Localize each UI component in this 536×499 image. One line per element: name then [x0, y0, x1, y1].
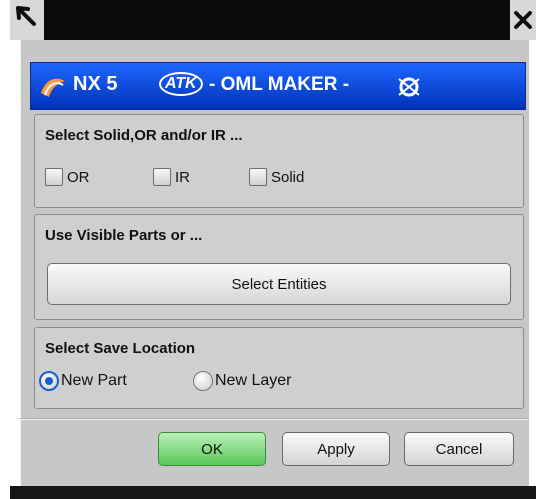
checkbox-ir-label: IR	[175, 168, 190, 186]
radio-new-part-label: New Part	[61, 372, 127, 389]
checkbox-ir-box[interactable]	[153, 168, 171, 186]
bottom-frame	[10, 486, 536, 499]
banner-title: - OML MAKER -	[209, 74, 350, 95]
header-banner: NX 5 ATK - OML MAKER -	[30, 62, 526, 110]
save-location-group: Select Save Location New Part New Layer	[34, 327, 524, 409]
atk-badge: ATK	[159, 72, 203, 96]
radio-new-part[interactable]: New Part	[39, 371, 127, 391]
footer-divider	[20, 418, 528, 420]
checkbox-ir[interactable]: IR	[153, 168, 190, 186]
select-type-group: Select Solid,OR and/or IR ... OR IR Soli…	[34, 114, 524, 208]
radio-new-part-dot[interactable]	[39, 371, 59, 391]
cursor-arrow-icon	[10, 0, 44, 40]
close-icon[interactable]	[510, 0, 536, 40]
select-entities-button[interactable]: Select Entities	[47, 263, 511, 305]
nx-logo-icon	[39, 75, 67, 99]
select-type-label: Select Solid,OR and/or IR ...	[45, 127, 243, 144]
visible-parts-label: Use Visible Parts or ...	[45, 227, 203, 244]
checkbox-or[interactable]: OR	[45, 168, 90, 186]
ok-button[interactable]: OK	[158, 432, 266, 466]
radio-new-layer[interactable]: New Layer	[193, 371, 291, 391]
apply-button[interactable]: Apply	[282, 432, 390, 466]
checkbox-solid[interactable]: Solid	[249, 168, 304, 186]
emblem-icon	[395, 75, 423, 99]
radio-new-layer-dot[interactable]	[193, 371, 213, 391]
checkbox-or-label: OR	[67, 168, 90, 186]
visible-parts-group: Use Visible Parts or ... Select Entities	[34, 214, 524, 320]
cancel-button[interactable]: Cancel	[404, 432, 514, 466]
checkbox-or-box[interactable]	[45, 168, 63, 186]
checkbox-solid-label: Solid	[271, 168, 305, 186]
radio-new-layer-label: New Layer	[215, 372, 292, 389]
product-name: NX 5	[73, 73, 118, 95]
save-location-label: Select Save Location	[45, 340, 196, 357]
checkbox-solid-box[interactable]	[249, 168, 267, 186]
title-bar[interactable]	[10, 0, 536, 40]
